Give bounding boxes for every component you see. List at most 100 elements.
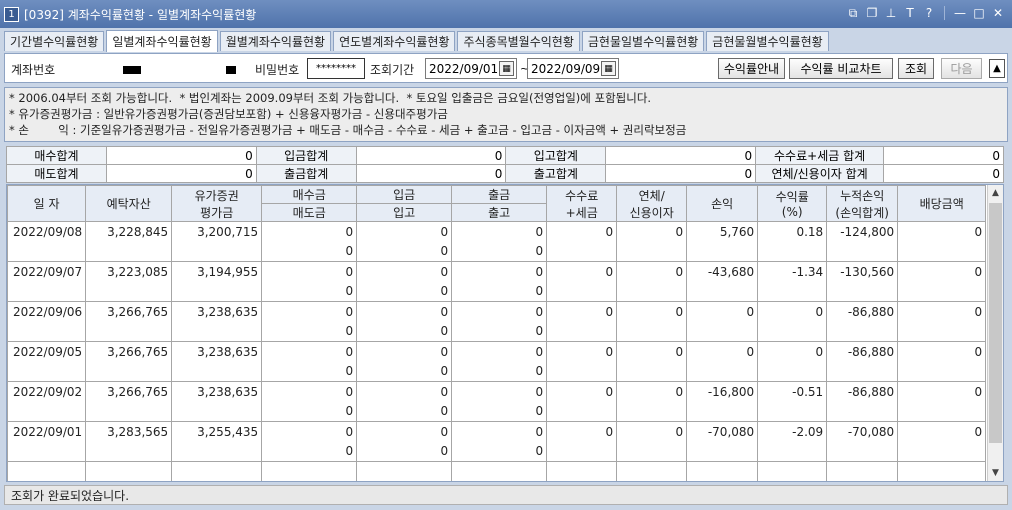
tab-monthly-account-return[interactable]: 월별계좌수익률현황 <box>219 31 332 51</box>
table-row[interactable]: 2022/09/06 3,266,765 3,238,635 0 0 0 0 0 0 0 -86,8… <box>7 301 987 322</box>
scroll-down-icon[interactable]: ▼ <box>988 465 1003 481</box>
calendar-icon[interactable]: ▦ <box>601 61 616 76</box>
cell-cumulative-pnl: -124,800 <box>826 221 899 242</box>
cell-fee-tax: 0 <box>546 261 618 282</box>
table-row[interactable]: 2022/09/07 3,223,085 3,194,955 0 0 0 0 0 -43,680… <box>7 261 987 282</box>
cell-empty <box>171 461 263 481</box>
scroll-up-icon[interactable]: ▲ <box>988 185 1003 201</box>
cell-buy: 0 <box>261 261 358 282</box>
tab-daily-account-return[interactable]: 일별계좌수익률현황 <box>106 30 218 52</box>
table-row[interactable]: 2022/09/01 3,283,565 3,255,435 0 0 0 0 0 -70,080… <box>7 421 987 442</box>
header-securities-eval[interactable]: 유가증권 평가금 <box>171 185 263 222</box>
cell-securities-eval: 3,194,955 <box>171 261 263 282</box>
window-title: [0392] 계좌수익률현황 - 일별계좌수익률현황 <box>24 7 257 22</box>
header-sell[interactable]: 매도금 <box>261 203 358 222</box>
tab-bar: 기간별수익률현황 일별계좌수익률현황 월별계좌수익률현황 연도별계좌수익률현황 … <box>4 30 831 52</box>
tab-stock-monthly-profit[interactable]: 주식종목별월수익현황 <box>457 31 580 51</box>
tab-yearly-account-return[interactable]: 연도별계좌수익률현황 <box>333 31 456 51</box>
next-button[interactable]: 다음 <box>941 58 982 79</box>
font-icon[interactable]: T <box>902 5 918 21</box>
sell-total-label: 매도합계 <box>6 164 107 183</box>
table-row-sub[interactable]: 000 <box>7 441 987 462</box>
header-date[interactable]: 일 자 <box>7 185 87 222</box>
cell-pnl: -43,680 <box>686 261 759 282</box>
table-row-sub[interactable]: 000 <box>7 361 987 382</box>
tab-gold-daily-return[interactable]: 금현물일별수익률현황 <box>581 31 705 51</box>
header-in[interactable]: 입고 <box>356 203 453 222</box>
header-withdraw[interactable]: 출금 <box>451 185 548 204</box>
cell-pnl: -16,800 <box>686 381 759 402</box>
account-number-field[interactable] <box>93 58 253 80</box>
link-icon[interactable]: ⧉ <box>845 5 861 21</box>
calendar-icon[interactable]: ▦ <box>499 61 514 76</box>
cell-empty <box>826 401 899 422</box>
table-row[interactable]: 2022/09/08 3,228,845 3,200,715 0 0 0 0 0 5,760 0.… <box>7 221 987 242</box>
header-dividend[interactable]: 배당금액 <box>897 185 987 222</box>
cell-deposit: 0 <box>356 301 453 322</box>
cell-sell: 0 <box>261 281 358 302</box>
cell-fee-tax: 0 <box>546 221 618 242</box>
header-fee-tax[interactable]: 수수료 +세금 <box>546 185 618 222</box>
header-interest[interactable]: 연체/신용이자 <box>616 185 688 222</box>
close-icon[interactable]: ✕ <box>990 5 1006 21</box>
pin-icon[interactable]: ⊥ <box>883 5 899 21</box>
help-icon[interactable]: ? <box>921 5 937 21</box>
cell-return-rate: 0 <box>757 341 828 362</box>
header-return-rate[interactable]: 수익률 (%) <box>757 185 828 222</box>
cell-empty <box>686 281 759 302</box>
table-row-sub[interactable]: 000 <box>7 401 987 422</box>
date-from-field[interactable]: 2022/09/01 ▦ <box>425 58 517 79</box>
cell-deposit-asset: 3,266,765 <box>85 301 173 322</box>
cell-empty <box>85 321 173 342</box>
cell-empty <box>7 361 87 382</box>
vertical-scrollbar[interactable]: ▲ ▼ <box>987 185 1003 481</box>
cell-empty <box>85 441 173 462</box>
cell-in: 0 <box>356 361 453 382</box>
cell-withdraw: 0 <box>451 421 548 442</box>
cell-empty <box>171 401 263 422</box>
header-pnl[interactable]: 손익 <box>686 185 759 222</box>
scroll-thumb[interactable] <box>989 203 1002 443</box>
header-deposit-asset[interactable]: 예탁자산 <box>85 185 173 222</box>
search-button[interactable]: 조회 <box>898 58 934 79</box>
table-row-sub[interactable]: 000 <box>7 241 987 262</box>
cell-dividend: 0 <box>897 221 987 242</box>
date-to-field[interactable]: 2022/09/09 ▦ <box>527 58 619 79</box>
cell-interest: 0 <box>616 341 688 362</box>
cell-in: 0 <box>356 401 453 422</box>
note-line: * 유가증권평가금 : 일반유가증권평가금(증권담보포함) + 신용융자평가금 … <box>9 107 448 121</box>
cell-empty <box>261 461 358 481</box>
table-row[interactable]: 2022/09/02 3,266,765 3,238,635 0 0 0 0 0 -16,800… <box>7 381 987 402</box>
compare-chart-button[interactable]: 수익률 비교차트 <box>789 58 893 79</box>
cell-pnl: 0 <box>686 341 759 362</box>
cell-out: 0 <box>451 241 548 262</box>
cell-withdraw: 0 <box>451 221 548 242</box>
cell-empty <box>171 361 263 382</box>
password-field[interactable]: ******** <box>307 58 365 79</box>
header-cumulative-pnl[interactable]: 누적손익 (손익합계) <box>826 185 899 222</box>
header-deposit[interactable]: 입금 <box>356 185 453 204</box>
tab-gold-monthly-return[interactable]: 금현물월별수익률현황 <box>706 31 829 51</box>
header-out[interactable]: 출고 <box>451 203 548 222</box>
interest-total-value: 0 <box>883 164 1004 183</box>
table-row-sub[interactable]: 000 <box>7 321 987 342</box>
collapse-up-icon[interactable]: ▲ <box>989 59 1005 78</box>
maximize-icon[interactable]: □ <box>971 5 987 21</box>
minimize-icon[interactable]: — <box>952 5 968 21</box>
tab-period-return[interactable]: 기간별수익률현황 <box>4 31 105 51</box>
table-row[interactable]: 2022/09/05 3,266,765 3,238,635 0 0 0 0 0 0 0 -86,8… <box>7 341 987 362</box>
cell-empty <box>897 361 987 382</box>
notes-panel: * 2006.04부터 조회 가능합니다. * 법인계좌는 2009.09부터 … <box>4 87 1008 142</box>
cell-in: 0 <box>356 241 453 262</box>
withdraw-total-value: 0 <box>355 164 507 183</box>
cell-return-rate: -1.34 <box>757 261 828 282</box>
header-buy[interactable]: 매수금 <box>261 185 358 204</box>
cell-empty <box>686 241 759 262</box>
copy-icon[interactable]: ❐ <box>864 5 880 21</box>
cell-cumulative-pnl: -70,080 <box>826 421 899 442</box>
account-mask-2 <box>226 66 236 74</box>
window-number: 1 <box>4 6 19 22</box>
return-guide-button[interactable]: 수익률안내 <box>718 58 785 79</box>
table-row-sub[interactable]: 000 <box>7 281 987 302</box>
cell-cumulative-pnl: -86,880 <box>826 301 899 322</box>
